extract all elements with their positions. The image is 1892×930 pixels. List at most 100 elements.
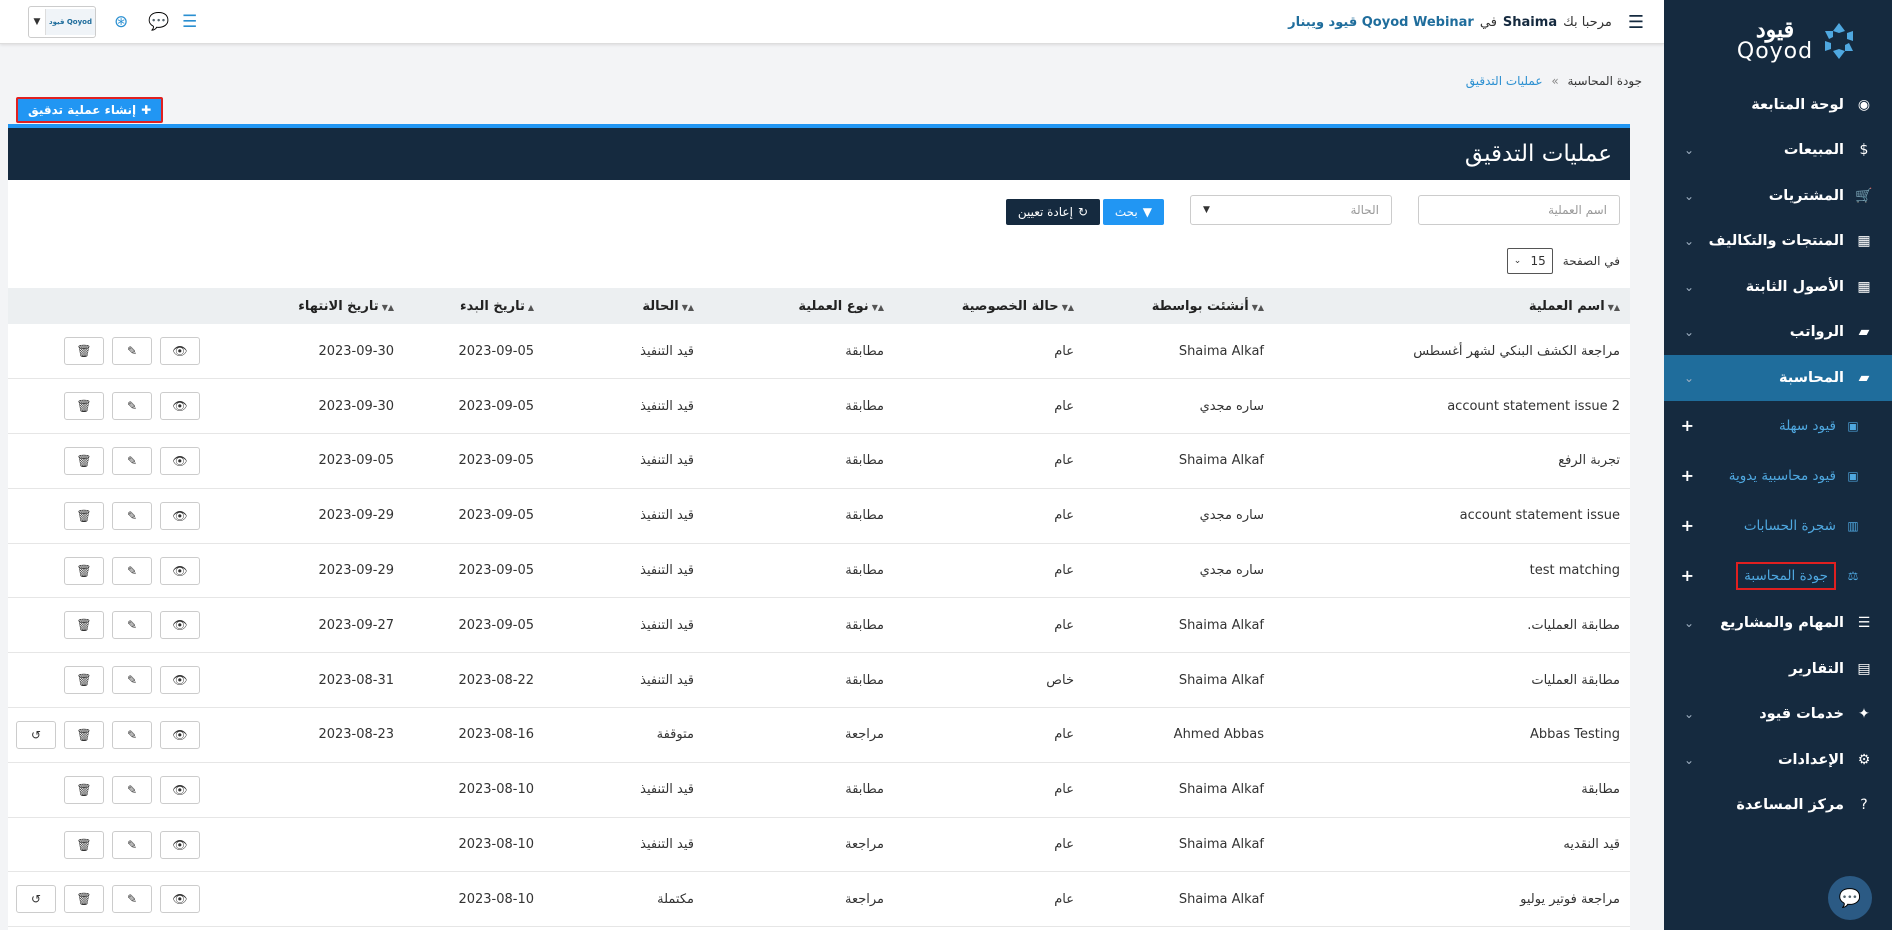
cell-start-date: 2023-08-10 <box>458 837 534 853</box>
edit-icon[interactable]: ✎ <box>112 666 152 695</box>
sidebar-item-label: المهام والمشاريع <box>1720 615 1844 632</box>
sidebar-item-a2[interactable]: ✦ خدمات قيود ⌄ <box>1664 692 1892 738</box>
table-row: مراجعة فوتير يوليو Shaima Alkaf عام مراجعة م… <box>8 872 1630 927</box>
view-icon[interactable]: 👁 <box>160 666 200 695</box>
edit-icon[interactable]: ✎ <box>112 885 152 914</box>
plus-icon[interactable]: + <box>1680 466 1694 485</box>
sidebar-subitem-1[interactable]: ▣ قيود محاسبية يدوية + <box>1664 451 1892 501</box>
sidebar-item-a0[interactable]: ☰ المهام والمشاريع ⌄ <box>1664 601 1892 647</box>
sidebar-item-1[interactable]: $ المبيعات ⌄ <box>1664 128 1892 174</box>
sidebar-item-a4[interactable]: ? مركز المساعدة <box>1664 783 1892 829</box>
breadcrumb-current[interactable]: عمليات التدقيق <box>1466 74 1543 88</box>
reset-button[interactable]: ↻ إعادة تعيين <box>1005 199 1100 225</box>
delete-icon[interactable]: 🗑 <box>64 885 104 914</box>
edit-icon[interactable]: ✎ <box>112 830 152 859</box>
delete-icon[interactable]: 🗑 <box>64 501 104 530</box>
cell-created-by: Shaima Alkaf <box>1178 672 1264 688</box>
company-select[interactable]: ▼ قيود Qoyod <box>28 6 96 38</box>
greeting-in: في <box>1479 15 1497 30</box>
sidebar-subitem-0[interactable]: ▣ قيود سهلة + <box>1664 401 1892 451</box>
cell-actions: 👁 ✎ 🗑 <box>8 488 260 543</box>
sidebar-subitem-2[interactable]: ▥ شجرة الحسابات + <box>1664 501 1892 551</box>
delete-icon[interactable]: 🗑 <box>64 392 104 421</box>
lifebuoy-icon[interactable]: ⊛ <box>114 12 128 32</box>
cell-type: مراجعة <box>844 891 884 907</box>
delete-icon[interactable]: 🗑 <box>64 446 104 475</box>
sidebar-item-0[interactable]: ◉ لوحة المتابعة <box>1664 82 1892 128</box>
view-icon[interactable]: 👁 <box>160 775 200 804</box>
col-status[interactable]: ▲▼الحالة <box>540 288 700 324</box>
delete-icon[interactable]: 🗑 <box>64 775 104 804</box>
name-filter-input[interactable]: اسم العملية <box>1418 195 1620 225</box>
delete-icon[interactable]: 🗑 <box>64 611 104 640</box>
edit-icon[interactable]: ✎ <box>112 775 152 804</box>
col-created-by[interactable]: ▲▼أنشئت بواسطة <box>1080 288 1270 324</box>
breadcrumb-parent[interactable]: جودة المحاسبة <box>1567 74 1642 88</box>
sidebar-subitem-3[interactable]: ⚖ جودة المحاسبة + <box>1664 551 1892 601</box>
sidebar-item-6[interactable]: ▰ المحاسبة ⌄ <box>1664 355 1892 401</box>
plus-icon[interactable]: + <box>1680 516 1694 535</box>
create-audit-button[interactable]: ✚ إنشاء عملية تدقيق <box>16 97 164 123</box>
col-end-date[interactable]: ▲▼تاريخ الانتهاء <box>260 288 400 324</box>
delete-icon[interactable]: 🗑 <box>64 337 104 366</box>
sidebar-item-5[interactable]: ▰ الرواتب ⌄ <box>1664 310 1892 356</box>
cell-type: مطابقة <box>845 343 884 359</box>
sort-icon: ▲▼ <box>1607 302 1620 312</box>
restore-icon[interactable]: ↺ <box>16 885 56 914</box>
delete-icon[interactable]: 🗑 <box>64 556 104 585</box>
cell-type: مراجعة <box>844 837 884 853</box>
view-icon[interactable]: 👁 <box>160 830 200 859</box>
view-icon[interactable]: 👁 <box>160 885 200 914</box>
delete-icon[interactable]: 🗑 <box>64 830 104 859</box>
cell-end-date <box>260 817 400 872</box>
delete-icon[interactable]: 🗑 <box>64 720 104 749</box>
status-filter-placeholder: الحالة <box>1350 203 1379 217</box>
cell-created-by: Shaima Alkaf <box>1178 617 1264 633</box>
col-actions <box>8 288 260 324</box>
logo-mark-icon <box>1825 23 1854 59</box>
edit-icon[interactable]: ✎ <box>112 337 152 366</box>
edit-icon[interactable]: ✎ <box>112 446 152 475</box>
view-icon[interactable]: 👁 <box>160 446 200 475</box>
status-filter-select[interactable]: الحالة ▼ <box>1190 195 1392 225</box>
view-icon[interactable]: 👁 <box>160 337 200 366</box>
cell-privacy: خاص <box>1046 672 1074 688</box>
hamburger-menu-icon[interactable]: ☰ <box>1628 12 1644 33</box>
search-button[interactable]: ▼ بحث <box>1102 199 1164 225</box>
qoyod-logo[interactable]: قيود Qoyod <box>1664 0 1892 82</box>
per-page-select[interactable]: 15 ⌄ <box>1506 248 1553 274</box>
view-icon[interactable]: 👁 <box>160 720 200 749</box>
plus-icon[interactable]: + <box>1680 416 1694 435</box>
view-icon[interactable]: 👁 <box>160 556 200 585</box>
plus-icon[interactable]: + <box>1680 566 1694 585</box>
sidebar-item-3[interactable]: ▦ المنتجات والتكاليف ⌄ <box>1664 219 1892 265</box>
edit-icon[interactable]: ✎ <box>112 392 152 421</box>
col-privacy[interactable]: ▲▼حالة الخصوصية <box>890 288 1080 324</box>
cell-start-date: 2023-08-22 <box>458 672 534 688</box>
view-icon[interactable]: 👁 <box>160 392 200 421</box>
organization-name[interactable]: Qoyod Webinar قيود ويبنار <box>1288 15 1474 30</box>
sidebar-item-label: التقارير <box>1788 660 1844 677</box>
restore-icon[interactable]: ↺ <box>16 720 56 749</box>
edit-icon[interactable]: ✎ <box>112 720 152 749</box>
cell-actions: 👁 ✎ 🗑 <box>8 653 260 708</box>
user-name[interactable]: Shaima <box>1503 15 1557 30</box>
edit-icon[interactable]: ✎ <box>112 556 152 585</box>
col-name[interactable]: ▲▼اسم العملية <box>1270 288 1630 324</box>
chat-bubble-icon[interactable]: 💬 <box>1828 876 1872 920</box>
delete-icon[interactable]: 🗑 <box>64 666 104 695</box>
col-type[interactable]: ▲▼نوع العملية <box>700 288 890 324</box>
chat-icon[interactable]: 💬 <box>148 12 169 32</box>
sidebar-item-4[interactable]: ▦ الأصول الثابتة ⌄ <box>1664 264 1892 310</box>
sidebar-item-a1[interactable]: ▤ التقارير <box>1664 646 1892 692</box>
edit-icon[interactable]: ✎ <box>112 611 152 640</box>
sidebar-item-a3[interactable]: ⚙ الإعدادات ⌄ <box>1664 737 1892 783</box>
audits-panel: عمليات التدقيق اسم العملية الحالة ▼ ▼ بح… <box>8 124 1630 930</box>
breadcrumb: جودة المحاسبة » عمليات التدقيق <box>1466 74 1642 88</box>
view-icon[interactable]: 👁 <box>160 501 200 530</box>
col-start-date[interactable]: ▲تاريخ البدء <box>400 288 540 324</box>
edit-icon[interactable]: ✎ <box>112 501 152 530</box>
list-icon[interactable]: ☰ <box>182 12 197 32</box>
sidebar-item-2[interactable]: 🛒 المشتريات ⌄ <box>1664 173 1892 219</box>
view-icon[interactable]: 👁 <box>160 611 200 640</box>
